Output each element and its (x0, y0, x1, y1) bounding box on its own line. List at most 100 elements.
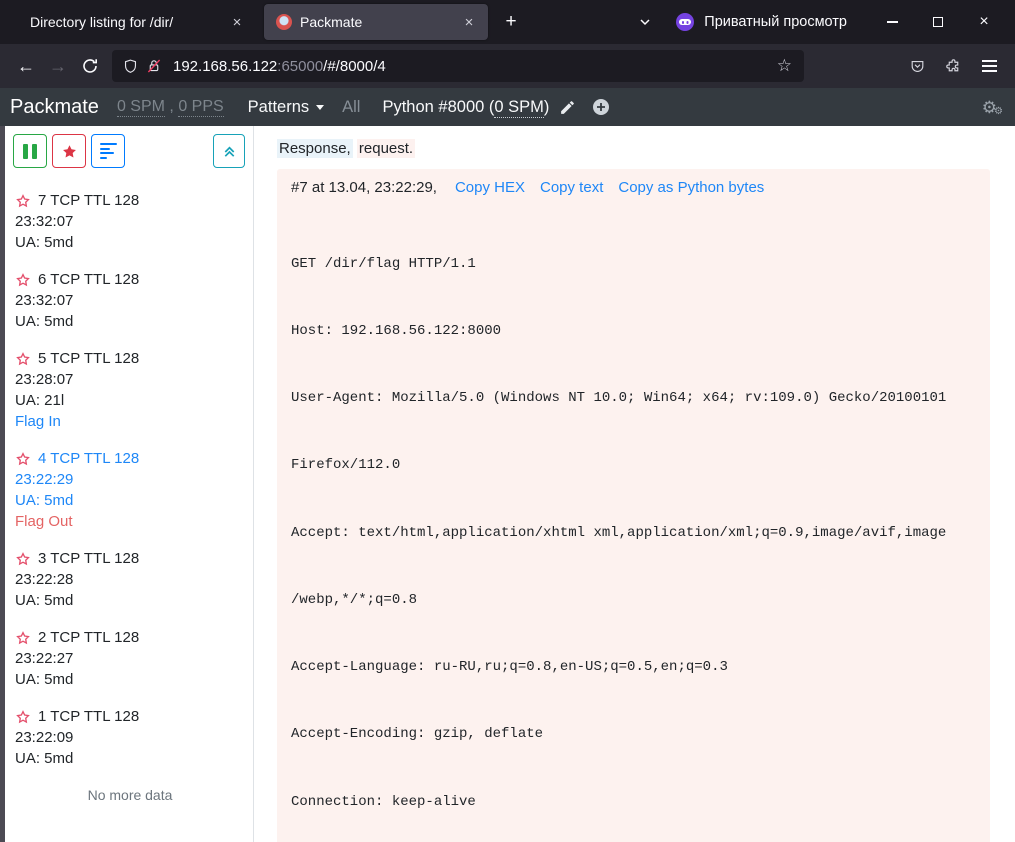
shield-permissions-icon[interactable] (122, 58, 139, 75)
tab-packmate[interactable]: Packmate × (264, 4, 488, 40)
plus-icon: + (505, 11, 516, 33)
packet-title: 1 TCP TTL 128 (38, 706, 139, 727)
spm-stat: 0 SPM (117, 98, 165, 117)
packet-title: 3 TCP TTL 128 (38, 548, 139, 569)
tab-close-icon[interactable]: × (458, 11, 480, 33)
content-area: 7 TCP TTL 128 23:32:07 UA: 5md 6 TCP TTL… (0, 126, 1015, 842)
packet-title: 4 TCP TTL 128 (38, 448, 139, 469)
url-path: /#/8000/4 (323, 58, 386, 75)
packet-ua: UA: 5md (15, 232, 245, 253)
close-icon: × (979, 14, 988, 30)
packet-entry-4-selected[interactable]: 4 TCP TTL 128 23:22:29 UA: 5md Flag Out (15, 448, 245, 532)
extensions-button[interactable] (937, 50, 969, 82)
minimize-icon (887, 21, 898, 22)
url-text[interactable]: 192.168.56.122:65000/#/8000/4 (173, 58, 775, 75)
packmate-header: Packmate 0 SPM , 0 PPS Patterns All Pyth… (0, 88, 1015, 126)
packet-time: 23:32:07 (15, 211, 245, 232)
maximize-icon (933, 17, 943, 27)
pocket-button[interactable] (901, 50, 933, 82)
add-service-button[interactable] (592, 98, 610, 116)
packet-meta: #7 at 13.04, 23:22:29, (291, 179, 437, 196)
settings-button[interactable]: ⚙⚙ (982, 99, 997, 116)
packet-time: 23:22:27 (15, 648, 245, 669)
packet-entry-6[interactable]: 6 TCP TTL 128 23:32:07 UA: 5md (15, 269, 245, 332)
plus-circle-icon (592, 98, 610, 116)
private-mask-icon (676, 13, 694, 31)
copy-python-link[interactable]: Copy as Python bytes (618, 179, 764, 196)
request-label: request. (357, 139, 415, 158)
new-tab-button[interactable]: + (496, 7, 526, 37)
direction-note: Response, request. (277, 140, 990, 157)
packet-entry-3[interactable]: 3 TCP TTL 128 23:22:28 UA: 5md (15, 548, 245, 611)
url-host: 192.168.56.122 (173, 58, 277, 75)
favorite-star-icon[interactable] (15, 272, 31, 288)
all-services-link[interactable]: All (342, 98, 360, 117)
url-bar[interactable]: 192.168.56.122:65000/#/8000/4 ☆ (112, 50, 804, 82)
copy-text-link[interactable]: Copy text (540, 179, 603, 196)
flag-out-link[interactable]: Flag Out (15, 511, 245, 532)
hamburger-icon (982, 60, 997, 72)
request-payload: GET /dir/flag HTTP/1.1 Host: 192.168.56.… (291, 208, 976, 842)
gear-small-icon: ⚙ (994, 107, 1003, 117)
pause-icon (23, 144, 37, 159)
tab-close-icon[interactable]: × (226, 11, 248, 33)
list-view-button[interactable] (91, 134, 125, 168)
window-close-button[interactable]: × (961, 4, 1007, 40)
packet-sidebar: 7 TCP TTL 128 23:32:07 UA: 5md 6 TCP TTL… (5, 126, 254, 842)
copy-hex-link[interactable]: Copy HEX (455, 179, 525, 196)
app-brand[interactable]: Packmate (10, 96, 99, 119)
window-controls: × (869, 4, 1007, 40)
menu-button[interactable] (973, 50, 1005, 82)
packet-entry-2[interactable]: 2 TCP TTL 128 23:22:27 UA: 5md (15, 627, 245, 690)
nav-right-buttons (901, 50, 1005, 82)
packet-time: 23:28:07 (15, 369, 245, 390)
forward-arrow-icon: → (49, 56, 67, 77)
reload-button[interactable] (74, 50, 106, 82)
packet-entry-5[interactable]: 5 TCP TTL 128 23:28:07 UA: 21l Flag In (15, 348, 245, 432)
response-label: Response, (277, 139, 353, 158)
favorite-star-icon[interactable] (15, 351, 31, 367)
packet-ua: UA: 21l (15, 390, 245, 411)
bookmark-star-icon[interactable]: ☆ (775, 56, 794, 76)
star-icon (61, 143, 78, 160)
favorite-star-icon[interactable] (15, 709, 31, 725)
packet-ua: UA: 5md (15, 311, 245, 332)
tab-title: Directory listing for /dir/ (20, 14, 226, 30)
window-minimize-button[interactable] (869, 4, 915, 40)
packet-ua: UA: 5md (15, 590, 245, 611)
forward-button[interactable]: → (42, 50, 74, 82)
puzzle-icon (945, 58, 962, 75)
favorite-star-icon[interactable] (15, 630, 31, 646)
packet-time: 23:22:29 (15, 469, 245, 490)
pause-capture-button[interactable] (13, 134, 47, 168)
url-port: :65000 (277, 58, 323, 75)
current-service-label[interactable]: Python #8000 (0 SPM) (382, 98, 549, 117)
browser-tab-bar: Directory listing for /dir/ × Packmate ×… (0, 0, 1015, 44)
packet-entry-7[interactable]: 7 TCP TTL 128 23:32:07 UA: 5md (15, 190, 245, 253)
collapse-sidebar-button[interactable] (213, 134, 245, 168)
packet-time: 23:32:07 (15, 290, 245, 311)
window-maximize-button[interactable] (915, 4, 961, 40)
packet-ua: UA: 5md (15, 669, 245, 690)
packet-entry-1[interactable]: 1 TCP TTL 128 23:22:09 UA: 5md (15, 706, 245, 769)
edit-service-button[interactable] (559, 99, 576, 116)
packet-title: 7 TCP TTL 128 (38, 190, 139, 211)
list-all-tabs-button[interactable] (630, 7, 660, 37)
favorite-star-icon[interactable] (15, 451, 31, 467)
pocket-icon (909, 58, 926, 75)
request-packet-card: #7 at 13.04, 23:22:29, Copy HEX Copy tex… (277, 169, 990, 842)
packet-card-header: #7 at 13.04, 23:22:29, Copy HEX Copy tex… (291, 179, 976, 196)
packmate-favicon-icon (276, 14, 292, 30)
favorites-filter-button[interactable] (52, 134, 86, 168)
tab-directory-listing[interactable]: Directory listing for /dir/ × (8, 4, 256, 40)
patterns-dropdown[interactable]: Patterns (248, 98, 324, 117)
double-chevron-up-icon (222, 144, 237, 159)
back-arrow-icon: ← (17, 56, 35, 77)
sidebar-no-more-data: No more data (15, 785, 245, 806)
flag-in-link[interactable]: Flag In (15, 411, 245, 432)
packet-ua: UA: 5md (15, 748, 245, 769)
insecure-lock-icon[interactable] (145, 57, 163, 75)
favorite-star-icon[interactable] (15, 551, 31, 567)
back-button[interactable]: ← (10, 50, 42, 82)
favorite-star-icon[interactable] (15, 193, 31, 209)
